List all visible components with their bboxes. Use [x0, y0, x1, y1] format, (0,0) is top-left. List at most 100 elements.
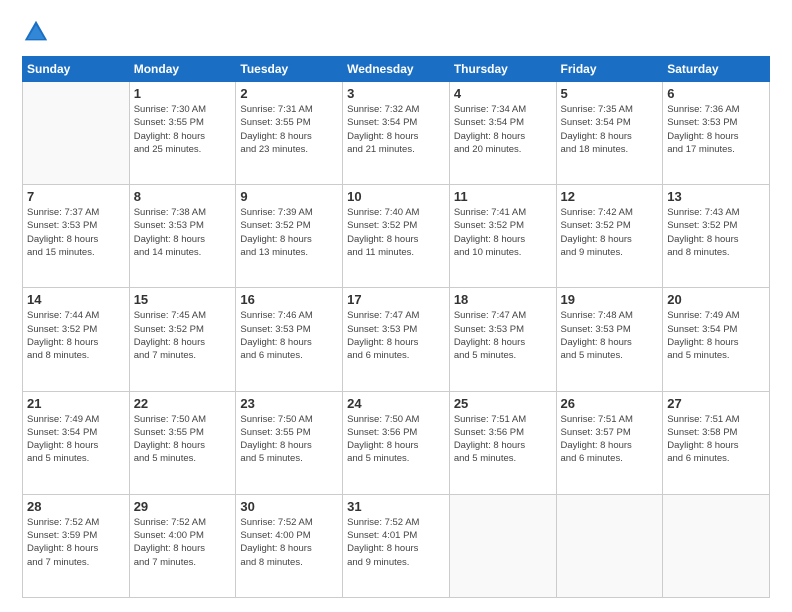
calendar-cell: 19Sunrise: 7:48 AM Sunset: 3:53 PM Dayli… [556, 288, 663, 391]
day-number: 7 [27, 189, 125, 204]
day-info: Sunrise: 7:32 AM Sunset: 3:54 PM Dayligh… [347, 103, 445, 156]
day-info: Sunrise: 7:52 AM Sunset: 4:01 PM Dayligh… [347, 516, 445, 569]
day-info: Sunrise: 7:34 AM Sunset: 3:54 PM Dayligh… [454, 103, 552, 156]
day-info: Sunrise: 7:47 AM Sunset: 3:53 PM Dayligh… [454, 309, 552, 362]
day-number: 24 [347, 396, 445, 411]
day-info: Sunrise: 7:39 AM Sunset: 3:52 PM Dayligh… [240, 206, 338, 259]
day-number: 1 [134, 86, 232, 101]
logo-icon [22, 18, 50, 46]
day-number: 19 [561, 292, 659, 307]
day-number: 5 [561, 86, 659, 101]
day-info: Sunrise: 7:49 AM Sunset: 3:54 PM Dayligh… [27, 413, 125, 466]
calendar-cell: 3 Sunrise: 7:32 AM Sunset: 3:54 PM Daylig… [343, 82, 450, 185]
calendar-cell: 4 Sunrise: 7:34 AM Sunset: 3:54 PM Daylig… [449, 82, 556, 185]
page: SundayMondayTuesdayWednesdayThursdayFrid… [0, 0, 792, 612]
calendar-cell: 24 Sunrise: 7:50 AM Sunset: 3:56 PM Dayli… [343, 391, 450, 494]
day-info: Sunrise: 7:52 AM Sunset: 3:59 PM Dayligh… [27, 516, 125, 569]
day-info: Sunrise: 7:47 AM Sunset: 3:53 PM Dayligh… [347, 309, 445, 362]
calendar-cell: 6 Sunrise: 7:36 AM Sunset: 3:53 PM Daylig… [663, 82, 770, 185]
day-info: Sunrise: 7:50 AM Sunset: 3:55 PM Dayligh… [240, 413, 338, 466]
day-number: 8 [134, 189, 232, 204]
calendar-cell: 11 Sunrise: 7:41 AM Sunset: 3:52 PM Dayli… [449, 185, 556, 288]
calendar-cell: 23 Sunrise: 7:50 AM Sunset: 3:55 PM Dayli… [236, 391, 343, 494]
day-number: 23 [240, 396, 338, 411]
day-number: 15 [134, 292, 232, 307]
logo [22, 18, 54, 46]
calendar-cell: 7 Sunrise: 7:37 AM Sunset: 3:53 PM Daylig… [23, 185, 130, 288]
day-number: 17 [347, 292, 445, 307]
day-number: 27 [667, 396, 765, 411]
day-number: 6 [667, 86, 765, 101]
calendar-header-sunday: Sunday [23, 57, 130, 82]
calendar-cell: 16 Sunrise: 7:46 AM Sunset: 3:53 PM Dayli… [236, 288, 343, 391]
day-info: Sunrise: 7:41 AM Sunset: 3:52 PM Dayligh… [454, 206, 552, 259]
calendar-cell: 13 Sunrise: 7:43 AM Sunset: 3:52 PM Dayli… [663, 185, 770, 288]
day-info: Sunrise: 7:46 AM Sunset: 3:53 PM Dayligh… [240, 309, 338, 362]
calendar-cell: 17 Sunrise: 7:47 AM Sunset: 3:53 PM Dayli… [343, 288, 450, 391]
day-info: Sunrise: 7:43 AM Sunset: 3:52 PM Dayligh… [667, 206, 765, 259]
calendar-cell: 1Sunrise: 7:30 AM Sunset: 3:55 PM Daylig… [129, 82, 236, 185]
calendar-cell: 5 Sunrise: 7:35 AM Sunset: 3:54 PM Daylig… [556, 82, 663, 185]
calendar-cell: 2Sunrise: 7:31 AM Sunset: 3:55 PM Daylig… [236, 82, 343, 185]
calendar-table: SundayMondayTuesdayWednesdayThursdayFrid… [22, 56, 770, 598]
day-number: 11 [454, 189, 552, 204]
day-info: Sunrise: 7:37 AM Sunset: 3:53 PM Dayligh… [27, 206, 125, 259]
day-number: 12 [561, 189, 659, 204]
calendar-cell: 21 Sunrise: 7:49 AM Sunset: 3:54 PM Dayli… [23, 391, 130, 494]
day-number: 30 [240, 499, 338, 514]
calendar-cell: 30 Sunrise: 7:52 AM Sunset: 4:00 PM Dayli… [236, 494, 343, 597]
day-number: 4 [454, 86, 552, 101]
calendar-cell: 29Sunrise: 7:52 AM Sunset: 4:00 PM Dayli… [129, 494, 236, 597]
day-info: Sunrise: 7:38 AM Sunset: 3:53 PM Dayligh… [134, 206, 232, 259]
day-number: 14 [27, 292, 125, 307]
day-info: Sunrise: 7:36 AM Sunset: 3:53 PM Dayligh… [667, 103, 765, 156]
day-info: Sunrise: 7:40 AM Sunset: 3:52 PM Dayligh… [347, 206, 445, 259]
calendar-cell: 18 Sunrise: 7:47 AM Sunset: 3:53 PM Dayli… [449, 288, 556, 391]
calendar-cell [449, 494, 556, 597]
calendar-header-wednesday: Wednesday [343, 57, 450, 82]
calendar-week-4: 21 Sunrise: 7:49 AM Sunset: 3:54 PM Dayli… [23, 391, 770, 494]
day-number: 13 [667, 189, 765, 204]
calendar-cell: 25Sunrise: 7:51 AM Sunset: 3:56 PM Dayli… [449, 391, 556, 494]
day-number: 21 [27, 396, 125, 411]
day-number: 22 [134, 396, 232, 411]
calendar-cell [663, 494, 770, 597]
calendar-cell: 31Sunrise: 7:52 AM Sunset: 4:01 PM Dayli… [343, 494, 450, 597]
calendar-header-monday: Monday [129, 57, 236, 82]
calendar-cell [556, 494, 663, 597]
calendar-header-tuesday: Tuesday [236, 57, 343, 82]
day-info: Sunrise: 7:51 AM Sunset: 3:56 PM Dayligh… [454, 413, 552, 466]
calendar-cell: 9Sunrise: 7:39 AM Sunset: 3:52 PM Daylig… [236, 185, 343, 288]
day-number: 20 [667, 292, 765, 307]
day-info: Sunrise: 7:42 AM Sunset: 3:52 PM Dayligh… [561, 206, 659, 259]
day-number: 29 [134, 499, 232, 514]
calendar-header-row: SundayMondayTuesdayWednesdayThursdayFrid… [23, 57, 770, 82]
calendar-cell: 12 Sunrise: 7:42 AM Sunset: 3:52 PM Dayli… [556, 185, 663, 288]
day-info: Sunrise: 7:51 AM Sunset: 3:58 PM Dayligh… [667, 413, 765, 466]
calendar-week-1: 1Sunrise: 7:30 AM Sunset: 3:55 PM Daylig… [23, 82, 770, 185]
header [22, 18, 770, 46]
calendar-cell: 15 Sunrise: 7:45 AM Sunset: 3:52 PM Dayli… [129, 288, 236, 391]
day-number: 18 [454, 292, 552, 307]
day-info: Sunrise: 7:35 AM Sunset: 3:54 PM Dayligh… [561, 103, 659, 156]
calendar-week-2: 7 Sunrise: 7:37 AM Sunset: 3:53 PM Daylig… [23, 185, 770, 288]
calendar-cell: 8 Sunrise: 7:38 AM Sunset: 3:53 PM Daylig… [129, 185, 236, 288]
calendar-cell [23, 82, 130, 185]
day-info: Sunrise: 7:50 AM Sunset: 3:55 PM Dayligh… [134, 413, 232, 466]
day-info: Sunrise: 7:44 AM Sunset: 3:52 PM Dayligh… [27, 309, 125, 362]
day-number: 10 [347, 189, 445, 204]
calendar-cell: 20 Sunrise: 7:49 AM Sunset: 3:54 PM Dayli… [663, 288, 770, 391]
day-number: 3 [347, 86, 445, 101]
day-number: 28 [27, 499, 125, 514]
calendar-header-thursday: Thursday [449, 57, 556, 82]
calendar-cell: 14 Sunrise: 7:44 AM Sunset: 3:52 PM Dayli… [23, 288, 130, 391]
day-info: Sunrise: 7:52 AM Sunset: 4:00 PM Dayligh… [240, 516, 338, 569]
day-info: Sunrise: 7:50 AM Sunset: 3:56 PM Dayligh… [347, 413, 445, 466]
day-info: Sunrise: 7:31 AM Sunset: 3:55 PM Dayligh… [240, 103, 338, 156]
calendar-week-5: 28 Sunrise: 7:52 AM Sunset: 3:59 PM Dayli… [23, 494, 770, 597]
day-number: 16 [240, 292, 338, 307]
calendar-cell: 26Sunrise: 7:51 AM Sunset: 3:57 PM Dayli… [556, 391, 663, 494]
day-info: Sunrise: 7:45 AM Sunset: 3:52 PM Dayligh… [134, 309, 232, 362]
calendar-header-saturday: Saturday [663, 57, 770, 82]
day-info: Sunrise: 7:49 AM Sunset: 3:54 PM Dayligh… [667, 309, 765, 362]
